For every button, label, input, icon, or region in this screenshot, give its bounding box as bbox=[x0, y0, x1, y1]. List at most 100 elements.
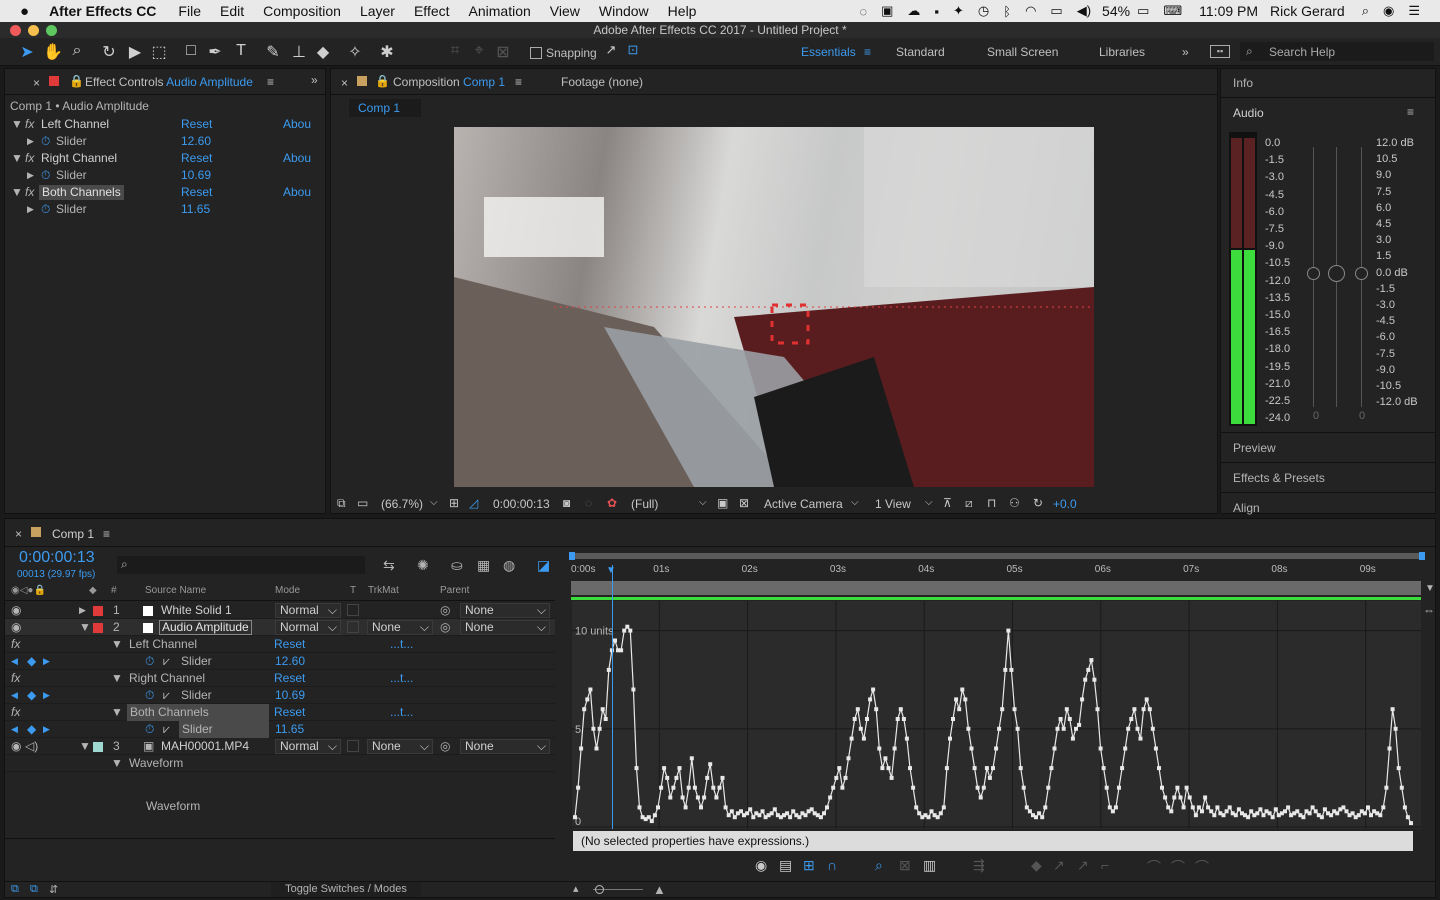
show-snapshot-icon[interactable]: ◌ bbox=[585, 496, 592, 510]
keyframe-point[interactable] bbox=[911, 785, 916, 790]
pick-whip-icon[interactable]: ◎ bbox=[440, 619, 450, 636]
more-workspaces-icon[interactable]: » bbox=[1182, 45, 1189, 59]
keyframe-point[interactable] bbox=[941, 805, 946, 810]
keyframe-point[interactable] bbox=[1387, 746, 1392, 751]
keyframe-point[interactable] bbox=[1009, 667, 1014, 672]
chevron-down-icon[interactable]: ⌵ bbox=[699, 497, 707, 508]
keyframe-point[interactable] bbox=[898, 707, 903, 712]
snap-icon[interactable]: ∩ bbox=[827, 857, 837, 873]
menu-view[interactable]: View bbox=[550, 3, 580, 19]
panel-menu-icon[interactable]: ≡ bbox=[267, 75, 274, 89]
search-help-field[interactable]: ⌕ Search Help bbox=[1240, 42, 1434, 61]
keyframe-point[interactable] bbox=[1341, 805, 1346, 810]
keyframe-point[interactable] bbox=[573, 815, 577, 820]
layer-search-input[interactable]: ⌕ bbox=[117, 556, 365, 574]
keyframe-point[interactable] bbox=[1150, 726, 1155, 731]
keyframe-icon[interactable]: ◆ bbox=[27, 653, 36, 670]
close-tab-icon[interactable]: × bbox=[33, 76, 40, 90]
keyframe-point[interactable] bbox=[788, 815, 793, 820]
reset-link[interactable]: Reset bbox=[274, 670, 305, 687]
draft-3d-icon[interactable]: ✺ bbox=[417, 557, 429, 574]
keyframe-point[interactable] bbox=[908, 766, 912, 771]
menu-layer[interactable]: Layer bbox=[360, 3, 395, 19]
stopwatch-icon[interactable]: ⏱ bbox=[145, 721, 154, 738]
next-keyframe-icon[interactable]: ▶ bbox=[43, 653, 50, 670]
chevron-down-icon[interactable]: ⌵ bbox=[925, 497, 933, 508]
fx-icon[interactable]: fx bbox=[25, 150, 34, 167]
keyframe-point[interactable] bbox=[840, 785, 845, 790]
prev-keyframe-icon[interactable]: ◀ bbox=[11, 687, 18, 704]
keyframe-point[interactable] bbox=[1110, 809, 1115, 814]
siri-icon[interactable]: ◉ bbox=[1383, 3, 1394, 19]
keyframe-point[interactable] bbox=[1120, 766, 1125, 771]
keyframe-point[interactable] bbox=[1132, 707, 1137, 712]
graph-toggle-icon[interactable]: ⩗ bbox=[163, 687, 170, 704]
right-fader-knob[interactable] bbox=[1355, 267, 1368, 280]
keyframe-point[interactable] bbox=[926, 815, 931, 820]
keyframe-point[interactable] bbox=[849, 736, 854, 741]
keyframe-point[interactable] bbox=[797, 815, 802, 820]
keyframe-point[interactable] bbox=[1098, 746, 1103, 751]
keyframe-point[interactable] bbox=[855, 707, 860, 712]
keyframe-point[interactable] bbox=[1310, 805, 1315, 810]
keyframe-point[interactable] bbox=[877, 746, 882, 751]
keyframe-point[interactable] bbox=[1283, 809, 1287, 814]
slider-value[interactable]: 12.60 bbox=[181, 133, 211, 150]
keyframe-point[interactable] bbox=[871, 687, 876, 692]
status-icon[interactable]: ◌ bbox=[859, 4, 867, 19]
keyframe-point[interactable] bbox=[948, 736, 952, 741]
keyframe-point[interactable] bbox=[1021, 785, 1026, 790]
keyframe-point[interactable] bbox=[883, 756, 888, 761]
preview-panel-header[interactable]: Preview bbox=[1233, 441, 1276, 455]
layer-name[interactable]: MAH00001.MP4 bbox=[161, 738, 249, 755]
keyframe-point[interactable] bbox=[984, 766, 989, 771]
keyframe-point[interactable] bbox=[1322, 807, 1327, 812]
exposure-value[interactable]: +0.0 bbox=[1053, 497, 1077, 511]
keyframe-point[interactable] bbox=[1384, 785, 1389, 790]
timeline-current-time[interactable]: 0:00:00:13 bbox=[19, 549, 95, 567]
keyframe-point[interactable] bbox=[938, 811, 943, 816]
twirl-down-icon[interactable]: ▼ bbox=[111, 670, 123, 687]
keyframe-point[interactable] bbox=[1107, 805, 1112, 810]
monitor-icon[interactable]: ▭ bbox=[357, 496, 368, 510]
keyframe-point[interactable] bbox=[944, 766, 949, 771]
camera-tool-icon[interactable]: ▶ bbox=[124, 42, 146, 62]
keyframe-point[interactable] bbox=[969, 746, 974, 751]
keyframe-point[interactable] bbox=[757, 813, 762, 818]
keyframe-point[interactable] bbox=[1055, 726, 1060, 731]
keyframe-point[interactable] bbox=[997, 726, 1002, 731]
stopwatch-icon[interactable]: ⏱ bbox=[41, 201, 50, 218]
keyframe-point[interactable] bbox=[1117, 785, 1121, 790]
snapshot-icon[interactable]: ◙ bbox=[563, 496, 570, 510]
fx-icon[interactable]: fx bbox=[11, 670, 20, 687]
keyframe-point[interactable] bbox=[914, 805, 919, 810]
twirl-right-icon[interactable]: ▶ bbox=[27, 201, 34, 218]
zoom-window-button[interactable] bbox=[46, 25, 57, 36]
keyframe-point[interactable] bbox=[1000, 707, 1005, 712]
keyframe-point[interactable] bbox=[585, 697, 590, 702]
twirl-right-icon[interactable]: ▶ bbox=[27, 167, 34, 184]
keyframe-point[interactable] bbox=[1390, 707, 1395, 712]
keyframe-point[interactable] bbox=[889, 775, 894, 780]
keyframe-point[interactable] bbox=[865, 717, 869, 721]
keyframe-icon[interactable]: ◆ bbox=[27, 721, 36, 738]
keyframe-point[interactable] bbox=[668, 795, 673, 800]
region-of-interest-icon[interactable]: ▣ bbox=[717, 496, 728, 510]
menu-animation[interactable]: Animation bbox=[469, 3, 531, 19]
keyframe-point[interactable] bbox=[683, 805, 688, 810]
keyframe-point[interactable] bbox=[880, 766, 885, 771]
keyframe-icon[interactable]: ◆ bbox=[27, 687, 36, 704]
keyframe-point[interactable] bbox=[1246, 815, 1251, 820]
keyframe-point[interactable] bbox=[874, 707, 879, 712]
keyframe-point[interactable] bbox=[1255, 811, 1260, 816]
keyframe-point[interactable] bbox=[868, 697, 873, 702]
keyframe-point[interactable] bbox=[1393, 726, 1398, 731]
keyframe-point[interactable] bbox=[708, 762, 713, 767]
axis-mode-icon[interactable]: ⌖ bbox=[468, 42, 490, 60]
effect-row-right-channel[interactable]: ▼ fx Right Channel Reset Abou bbox=[5, 150, 311, 167]
keyframe-point[interactable] bbox=[1196, 805, 1201, 810]
keyframe-point[interactable] bbox=[1113, 805, 1118, 810]
keyframe-point[interactable] bbox=[951, 717, 955, 721]
property-row[interactable]: ◀ ◆ ▶ ⏱ ⩗ Slider 10.69 bbox=[5, 687, 555, 704]
keyframe-point[interactable] bbox=[1080, 697, 1085, 702]
